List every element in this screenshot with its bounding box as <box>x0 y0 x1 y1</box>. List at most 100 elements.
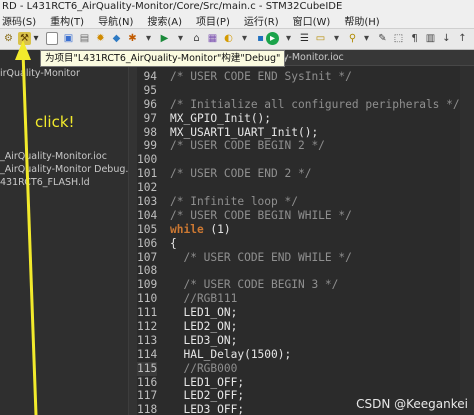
menu-run[interactable]: 运行(R) <box>244 13 279 28</box>
device-config-gear-icon[interactable]: ✹ <box>94 32 107 45</box>
open-type-dropdown-chevron-icon[interactable]: ▾ <box>238 32 251 45</box>
highlight-icon[interactable]: ⬚ <box>392 32 405 45</box>
save-icon[interactable]: ▣ <box>62 32 75 45</box>
new-file-icon[interactable] <box>46 32 58 45</box>
menu-window[interactable]: 窗口(W) <box>293 13 331 28</box>
line-number: 112 <box>137 320 158 334</box>
code-text: LED3_OFF; <box>170 403 245 415</box>
open-type-icon[interactable]: ◐ <box>222 32 235 45</box>
code-line[interactable]: 105 while (1) <box>137 222 231 237</box>
code-text: MX_GPIO_Init(); <box>170 111 272 125</box>
next-annotation-icon[interactable]: ↓ <box>440 32 453 45</box>
menu-search[interactable]: 搜索(A) <box>147 13 182 28</box>
code-line[interactable]: 95 <box>137 84 157 98</box>
code-line[interactable]: 113 LED3_ON; <box>137 334 237 348</box>
terminal-icon[interactable]: ▦ <box>206 32 219 45</box>
code-text: /* Infinite loop */ <box>170 195 298 209</box>
run-last-dropdown-chevron-icon[interactable]: ▾ <box>282 32 295 45</box>
search-icon[interactable]: ⚲ <box>346 32 359 45</box>
annotation-icon[interactable]: ✎ <box>376 32 389 45</box>
folder-dropdown-chevron-icon[interactable]: ▾ <box>330 32 343 45</box>
task-icon[interactable]: ☰ <box>298 32 311 45</box>
line-number: 103 <box>137 195 158 209</box>
code-line[interactable]: 118 LED3_OFF; <box>137 403 244 415</box>
code-lines: 94 /* USER CODE END SysInit */ 95 96 /* Init… <box>137 70 460 415</box>
run-dropdown-chevron-icon[interactable]: ▾ <box>174 32 187 45</box>
code-line[interactable]: 101 /* USER CODE END 2 */ <box>137 167 311 181</box>
line-number: 114 <box>137 347 158 361</box>
build-dropdown-chevron-icon[interactable]: ▾ <box>32 32 40 45</box>
debug-dropdown-chevron-icon[interactable]: ▾ <box>142 32 155 45</box>
line-number: 97 <box>143 111 157 125</box>
save-all-icon[interactable]: ▤ <box>78 32 91 45</box>
code-line[interactable]: 99 /* USER CODE BEGIN 2 */ <box>137 139 325 153</box>
editor-gutter <box>129 66 137 415</box>
code-line[interactable]: 112 LED2_ON; <box>137 320 237 334</box>
menu-refactor[interactable]: 重构(T) <box>50 13 84 28</box>
build-hammer-icon[interactable]: ⚒ <box>18 32 31 45</box>
code-text: MX_USART1_UART_Init(); <box>170 125 319 139</box>
watermark: CSDN @Keegankei <box>356 397 468 411</box>
code-text: /* USER CODE BEGIN 3 */ <box>170 278 339 292</box>
menu-navigate[interactable]: 导航(N) <box>98 13 133 28</box>
code-text: LED1_ON; <box>170 306 238 320</box>
run-green-circle-icon[interactable]: ▸ <box>266 32 279 45</box>
window-title-bar: RD - L431RCT6_AirQuality-Monitor/Core/Sr… <box>0 0 474 13</box>
code-text: //RGB111 <box>170 292 238 306</box>
project-explorer-panel: irQuality-Monitor _AirQuality-Monitor.io… <box>0 50 129 415</box>
tree-item-ioc[interactable]: _AirQuality-Monitor.ioc <box>0 151 107 162</box>
search-dropdown-chevron-icon[interactable]: ▾ <box>360 32 373 45</box>
code-line[interactable]: 94 /* USER CODE END SysInit */ <box>137 70 352 84</box>
code-line[interactable]: 115 //RGB000 <box>137 361 237 376</box>
line-number: 118 <box>137 403 158 415</box>
tree-item-project[interactable]: irQuality-Monitor <box>0 68 80 79</box>
code-line[interactable]: 111 LED1_ON; <box>137 306 237 320</box>
menu-help[interactable]: 帮助(H) <box>344 13 379 28</box>
code-line[interactable]: 104 /* USER CODE BEGIN WHILE */ <box>137 209 352 223</box>
folder-icon[interactable]: ▭ <box>314 32 327 45</box>
code-line[interactable]: 97 MX_GPIO_Init(); <box>137 111 272 126</box>
show-whitespace-icon[interactable]: ¶ <box>408 32 421 45</box>
code-text: LED2_OFF; <box>170 389 245 403</box>
click-annotation: click! <box>35 113 75 131</box>
code-line[interactable]: 106 { <box>137 237 177 251</box>
previous-annotation-icon[interactable]: ↑ <box>456 32 469 45</box>
toolbar: ⚙ ⚒ ▾ ▣ ▤ ✹ ◆ ✱ ▾ ▶ ▾ ⌂ ▦ ◐ ▾ ▪ ▸ ▾ ☰ ▭ … <box>0 29 474 50</box>
tree-item-launch[interactable]: _AirQuality-Monitor Debug.laun <box>0 164 128 175</box>
menu-source[interactable]: 源码(S) <box>2 13 36 28</box>
line-number: 95 <box>143 83 157 97</box>
line-number: 98 <box>143 125 157 139</box>
code-line[interactable]: 96 /* Initialize all configured periphera… <box>137 97 460 112</box>
code-line[interactable]: 110 //RGB111 <box>137 292 237 306</box>
debug-icon[interactable]: ⚙ <box>2 32 15 45</box>
menu-bar: 源码(S) 重构(T) 导航(N) 搜索(A) 项目(P) 运行(R) 窗口(W… <box>0 13 474 29</box>
overview-ruler[interactable] <box>460 66 474 415</box>
code-line[interactable]: 103 /* Infinite loop */ <box>137 195 298 209</box>
code-text: /* USER CODE BEGIN 2 */ <box>170 139 325 153</box>
debug-bug-icon[interactable]: ✱ <box>126 32 139 45</box>
tree-item-linker[interactable]: 431RCT6_FLASH.ld <box>0 177 90 188</box>
line-number: 105 <box>137 222 158 236</box>
line-number: 94 <box>143 70 157 83</box>
block-selection-icon[interactable]: ▥ <box>424 32 437 45</box>
code-line[interactable]: 102 <box>137 181 157 195</box>
line-number: 108 <box>137 264 158 278</box>
menu-project[interactable]: 项目(P) <box>196 13 230 28</box>
line-number: 96 <box>143 97 157 111</box>
external-tools-icon[interactable]: ⌂ <box>190 32 203 45</box>
code-line[interactable]: 107 /* USER CODE END WHILE */ <box>137 251 352 265</box>
code-line[interactable]: 109 /* USER CODE BEGIN 3 */ <box>137 278 338 292</box>
code-line[interactable]: 98 MX_USART1_UART_Init(); <box>137 125 319 140</box>
code-text: /* Initialize all configured peripherals… <box>170 97 460 111</box>
code-text: /* USER CODE END WHILE */ <box>170 250 352 264</box>
code-line[interactable]: 117 LED2_OFF; <box>137 389 244 403</box>
code-line[interactable]: 114 HAL_Delay(1500); <box>137 347 291 362</box>
code-line[interactable]: 108 <box>137 264 157 278</box>
code-line[interactable]: 116 LED1_OFF; <box>137 376 244 390</box>
line-number: 117 <box>137 389 158 403</box>
line-number: 102 <box>137 181 158 195</box>
code-line[interactable]: 100 <box>137 153 157 167</box>
line-number: 111 <box>137 306 158 320</box>
code-generate-icon[interactable]: ◆ <box>110 32 123 45</box>
run-icon[interactable]: ▶ <box>158 32 171 45</box>
